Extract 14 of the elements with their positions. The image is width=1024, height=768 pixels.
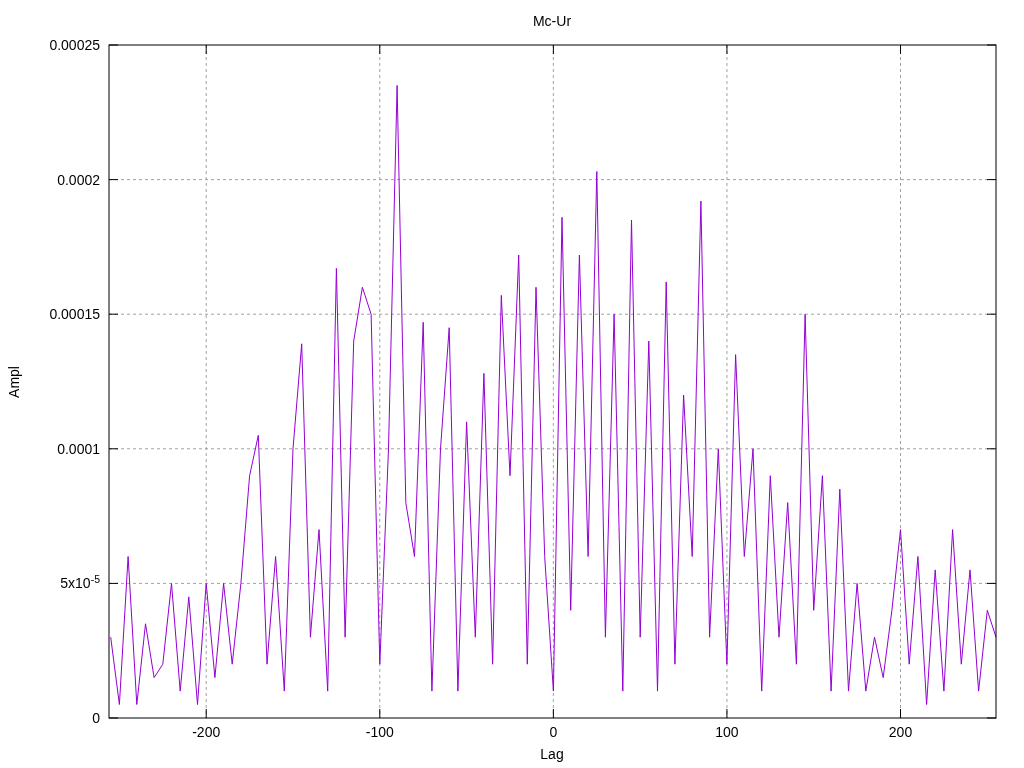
y-tick-label: 5x10$^{-5}$ <box>60 576 100 591</box>
y-tick-label: 0 <box>92 711 100 725</box>
x-tick-label: 200 <box>888 725 913 739</box>
y-axis-label: Ampl <box>7 366 21 398</box>
y-tick-label: 0.0001 <box>57 441 100 456</box>
chart-title: Mc-Ur <box>532 14 572 28</box>
x-tick-label: 100 <box>715 725 739 739</box>
x-tick-label: -200 <box>192 725 221 739</box>
y-tick-label: 0.0002 <box>57 172 100 187</box>
x-axis-label: Lag <box>540 747 564 761</box>
x-tick-label: 0 <box>549 725 558 739</box>
x-tick-label: -100 <box>365 725 394 739</box>
y-tick-label: 0.00015 <box>49 307 100 322</box>
y-tick-label: 0.00025 <box>49 38 100 52</box>
